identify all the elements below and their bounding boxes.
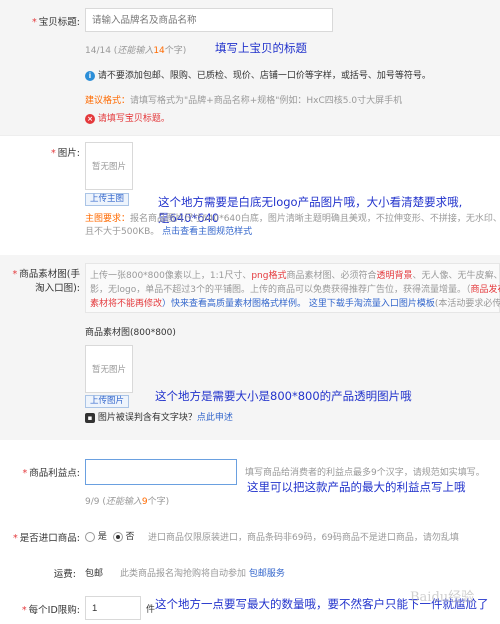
- title-suggestion: 建议格式：请填写格式为"品牌+商品名称+规格"例如：HxC四核5.0寸大屏手机: [85, 96, 403, 106]
- material-hint-line2: 影，无logo，单品不超过3个的平铺图。上传的商品可以免费获得推荐广告位，获得流…: [90, 285, 500, 295]
- image-check-icon: ▪: [85, 412, 95, 423]
- material-check: ▪ 图片被误判含有文字块？点此申述: [85, 410, 233, 423]
- import-yes-radio[interactable]: [85, 531, 95, 542]
- material-hint-line1: 上传一张800*800像素以上，1:1尺寸、png格式商品素材图、必须符合透明背…: [90, 271, 500, 281]
- benefit-counter: 9/9 (还能输入9个字): [85, 497, 170, 507]
- import-no-radio[interactable]: [112, 531, 123, 542]
- main-image-spec-link[interactable]: 点击查看主图规范样式: [162, 227, 252, 237]
- benefit-label: * 商品利益点:: [22, 468, 80, 479]
- benefit-input[interactable]: [85, 459, 237, 485]
- limit-unit: 件: [146, 605, 156, 615]
- benefit-annotation: 这里可以把这款产品的最大的利益点写上哦: [247, 480, 466, 494]
- title-input[interactable]: [85, 8, 333, 32]
- import-options: 是 否: [85, 529, 135, 542]
- limit-label: * 每个ID限购:: [21, 605, 80, 616]
- free-shipping-link[interactable]: 包邮服务: [249, 569, 285, 579]
- image-requirement: 主图要求：报名商品图片尺寸640*640白底，图片清晰主题明确且美观，不拉伸变形…: [85, 214, 500, 224]
- info-icon: i: [85, 70, 95, 81]
- title-label: * 宝贝标题:: [32, 17, 80, 28]
- shipping-hint: 此类商品报名淘抢购将自动参加 包邮服务: [120, 569, 285, 579]
- material-annotation: 这个地方是需要大小是800*800的产品透明图片哦: [155, 389, 412, 403]
- error-icon: ×: [85, 113, 95, 124]
- material-size-label: 商品素材图(800*800): [85, 328, 176, 338]
- import-label: * 是否进口商品:: [13, 533, 80, 544]
- download-template-link[interactable]: 这里下载手淘流量入口图片模板: [309, 299, 435, 309]
- title-counter: 14/14 (还能输入14个字): [85, 46, 187, 56]
- image-label: * 图片:: [51, 148, 80, 159]
- import-hint: 进口商品仅限原装进口，商品条码非69码，69码商品不是进口商品，请勿乱填: [148, 533, 459, 543]
- title-error: × 请填写宝贝标题。: [85, 111, 170, 124]
- appeal-link[interactable]: 点此申述: [197, 413, 233, 423]
- title-annotation: 填写上宝贝的标题: [215, 41, 307, 55]
- main-image-placeholder: 暂无图片: [85, 142, 133, 190]
- image-requirement-2: 且不大于500KB。 点击查看主图规范样式: [85, 227, 253, 237]
- shipping-label: 运费:: [53, 569, 76, 580]
- benefit-hint: 填写商品给消费者的利益点最多9个汉字，请规范如实填写。: [245, 468, 485, 478]
- material-image-placeholder: 暂无图片: [85, 345, 133, 393]
- material-label: * 商品素材图(手 淘入口图):: [12, 269, 80, 294]
- divider: [0, 135, 500, 136]
- upload-material-image-button[interactable]: 上传图片: [85, 395, 130, 408]
- title-info: i 请不要添加包邮、限购、已质检、现价、店铺一口价等字样，或括号、加号等符号。: [85, 68, 431, 81]
- shipping-value: 包邮: [85, 569, 104, 579]
- baidu-watermark: Baidu经验: [410, 590, 475, 605]
- material-hint-line3: 素材将不能再修改）快来查看高质量素材图格式样例。 这里下载手淘流量入口图片模板(…: [90, 299, 500, 309]
- limit-input[interactable]: [85, 596, 141, 620]
- image-annotation: 这个地方需要是白底无logo产品图片哦，大小看清楚要求哦,: [158, 195, 463, 209]
- upload-main-image-button[interactable]: 上传主图: [85, 193, 130, 206]
